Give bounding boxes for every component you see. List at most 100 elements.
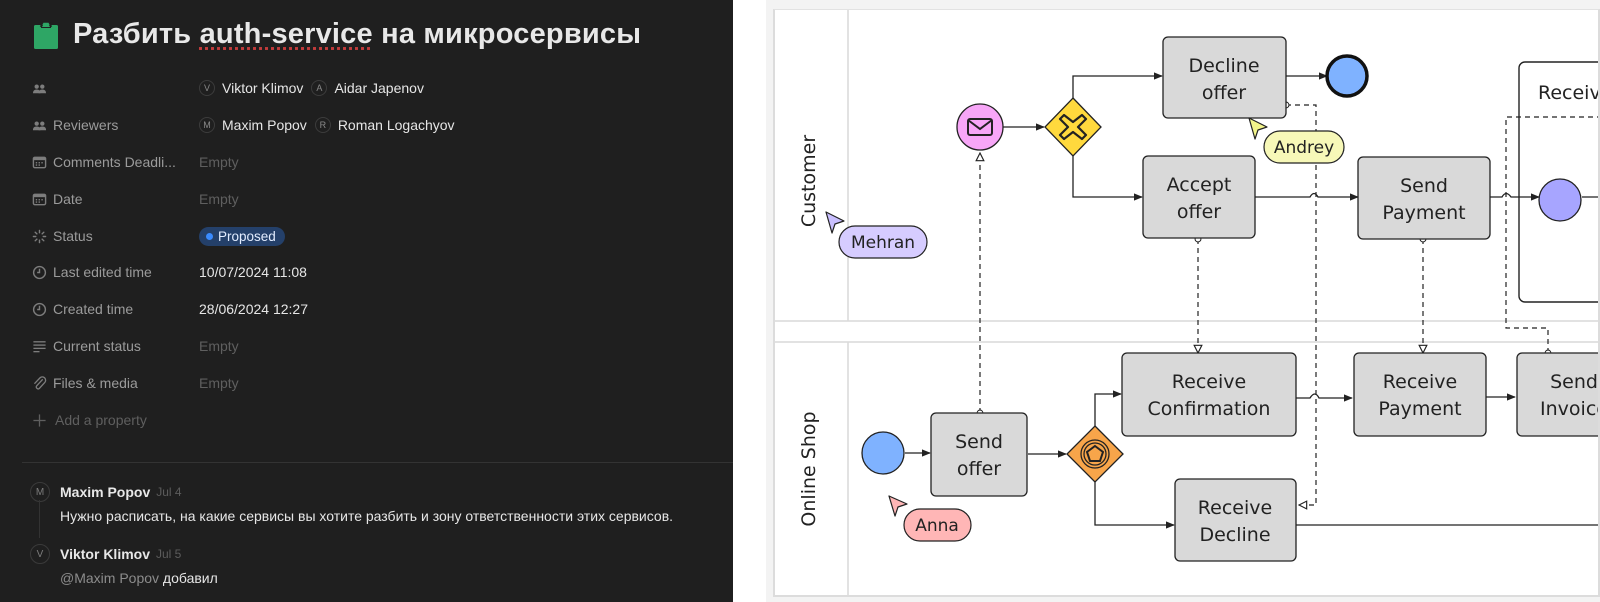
flow[interactable] xyxy=(1255,192,1359,201)
property-files-media[interactable]: Files & media Empty xyxy=(31,369,711,397)
property-label: Comments Deadli... xyxy=(53,154,176,170)
add-property-label: Add a property xyxy=(55,412,147,428)
task-label: Confirmation xyxy=(1148,398,1271,420)
comment-text: добавил xyxy=(159,570,218,586)
property-label: Reviewers xyxy=(53,117,119,133)
task-send-invoice[interactable]: Send Invoice xyxy=(1516,352,1600,437)
end-event[interactable] xyxy=(1325,54,1369,98)
message-flow[interactable] xyxy=(1286,105,1317,505)
lane-label-online-shop: Online Shop xyxy=(798,411,820,526)
event-based-gateway[interactable] xyxy=(1066,425,1124,483)
task-send-offer[interactable]: Send offer xyxy=(930,412,1028,497)
person-name: Maxim Popov xyxy=(222,117,307,133)
task-accept-offer[interactable]: Accept offer xyxy=(1142,155,1256,239)
task-receive-payment[interactable]: Receive Payment xyxy=(1353,352,1487,437)
people-icon xyxy=(31,80,47,96)
avatar: M xyxy=(199,117,215,133)
property-value[interactable]: Empty xyxy=(199,154,239,170)
task-send-payment[interactable]: Send Payment xyxy=(1357,156,1491,240)
exclusive-gateway[interactable] xyxy=(1044,97,1102,157)
property-comments-deadline[interactable]: Comments Deadli... Empty xyxy=(31,148,711,176)
property-value: 10/07/2024 11:08 xyxy=(199,264,307,280)
calendar-icon xyxy=(31,191,47,207)
intermediate-event[interactable] xyxy=(1538,178,1582,222)
avatar: R xyxy=(314,117,331,133)
task-receive-confirmation[interactable]: Receive Confirmation xyxy=(1121,352,1297,437)
flow[interactable] xyxy=(1094,481,1175,529)
task-label: Invoice xyxy=(1540,398,1600,420)
cursor-name: Mehran xyxy=(851,233,915,253)
task-page-panel: Разбить auth-service на микросервисы V Vi… xyxy=(0,0,733,602)
flow[interactable] xyxy=(1072,154,1143,201)
task-label: Payment xyxy=(1378,398,1461,420)
task-decline-offer[interactable]: Decline offer xyxy=(1162,36,1287,119)
clipboard-icon xyxy=(34,20,58,49)
task-label: Receive xyxy=(1383,371,1457,393)
person-chip[interactable]: M Maxim Popov xyxy=(199,117,307,133)
plus-icon xyxy=(31,412,47,428)
property-label: Created time xyxy=(53,301,134,317)
page-header: Разбить auth-service на микросервисы xyxy=(33,18,641,51)
property-date[interactable]: Date Empty xyxy=(31,185,711,213)
page-title[interactable]: Разбить auth-service на микросервисы xyxy=(73,18,641,51)
property-status[interactable]: Status Proposed xyxy=(31,222,711,250)
property-label: Date xyxy=(53,191,83,207)
flow[interactable] xyxy=(1296,393,1353,402)
bpmn-canvas[interactable]: Customer Online Shop Receiv Decline offe… xyxy=(773,9,1600,597)
envelope-icon xyxy=(967,118,993,136)
people-icon xyxy=(31,117,47,133)
avatar: V xyxy=(30,544,50,564)
property-label: Files & media xyxy=(53,375,138,391)
person-chip[interactable]: A Aidar Japenov xyxy=(311,80,424,96)
person-chip[interactable]: R Roman Logachyov xyxy=(314,117,455,133)
property-label: Status xyxy=(53,228,93,244)
flow[interactable] xyxy=(1094,390,1122,427)
lane-label-customer: Customer xyxy=(798,135,820,227)
clock-icon xyxy=(31,264,47,280)
task-receive-decline[interactable]: Receive Decline xyxy=(1174,478,1297,562)
cursor-anna: Anna xyxy=(888,495,972,542)
add-property-button[interactable]: Add a property xyxy=(31,406,711,434)
property-created-time[interactable]: Created time 28/06/2024 12:27 xyxy=(31,295,711,323)
mention-link[interactable]: @Maxim Popov xyxy=(60,570,159,586)
property-last-edited-time[interactable]: Last edited time 10/07/2024 11:08 xyxy=(31,258,711,286)
paperclip-icon xyxy=(31,375,47,391)
task-label: offer xyxy=(1202,82,1246,104)
cursor-name: Anna xyxy=(915,516,959,536)
status-badge[interactable]: Proposed xyxy=(199,226,285,246)
start-event[interactable] xyxy=(861,431,905,475)
person-name: Roman Logachyov xyxy=(337,117,455,133)
cursor-andrey: Andrey xyxy=(1248,117,1345,164)
flow[interactable] xyxy=(1072,72,1163,100)
person-chip[interactable]: V Viktor Klimov xyxy=(199,80,303,96)
cursor-arrow-icon xyxy=(1248,117,1268,140)
status-text: Proposed xyxy=(218,228,276,244)
task-label: Payment xyxy=(1382,202,1465,224)
person-name: Aidar Japenov xyxy=(334,80,424,96)
section-divider xyxy=(22,462,733,463)
diagram-panel: Customer Online Shop Receiv Decline offe… xyxy=(766,0,1600,602)
property-value: 28/06/2024 12:27 xyxy=(199,301,308,317)
calendar-icon xyxy=(31,154,47,170)
task-label: Send xyxy=(1550,371,1598,393)
clock-icon xyxy=(31,301,47,317)
property-reviewers[interactable]: Reviewers M Maxim Popov R Roman Logachyov xyxy=(31,111,711,139)
property-value[interactable]: Empty xyxy=(199,375,239,391)
person-name: Viktor Klimov xyxy=(222,80,304,96)
task-label: offer xyxy=(957,458,1001,480)
property-value: Proposed xyxy=(199,226,285,246)
flow[interactable] xyxy=(1490,192,1540,201)
comment-author[interactable]: Maxim Popov xyxy=(60,484,150,500)
property-value[interactable]: Empty xyxy=(199,338,239,354)
avatar: V xyxy=(199,80,215,96)
text-lines-icon xyxy=(31,338,47,354)
comment-author[interactable]: Viktor Klimov xyxy=(60,546,150,562)
property-current-status[interactable]: Current status Empty xyxy=(31,332,711,360)
avatar: A xyxy=(311,80,328,96)
cursor-name: Andrey xyxy=(1274,138,1334,158)
message-flow[interactable] xyxy=(1505,116,1600,357)
property-assignees[interactable]: V Viktor Klimov A Aidar Japenov xyxy=(31,74,711,102)
comment-text: Нужно расписать, на какие сервисы вы хот… xyxy=(60,508,674,524)
task-label: Receive xyxy=(1198,497,1272,519)
property-value[interactable]: Empty xyxy=(199,191,239,207)
